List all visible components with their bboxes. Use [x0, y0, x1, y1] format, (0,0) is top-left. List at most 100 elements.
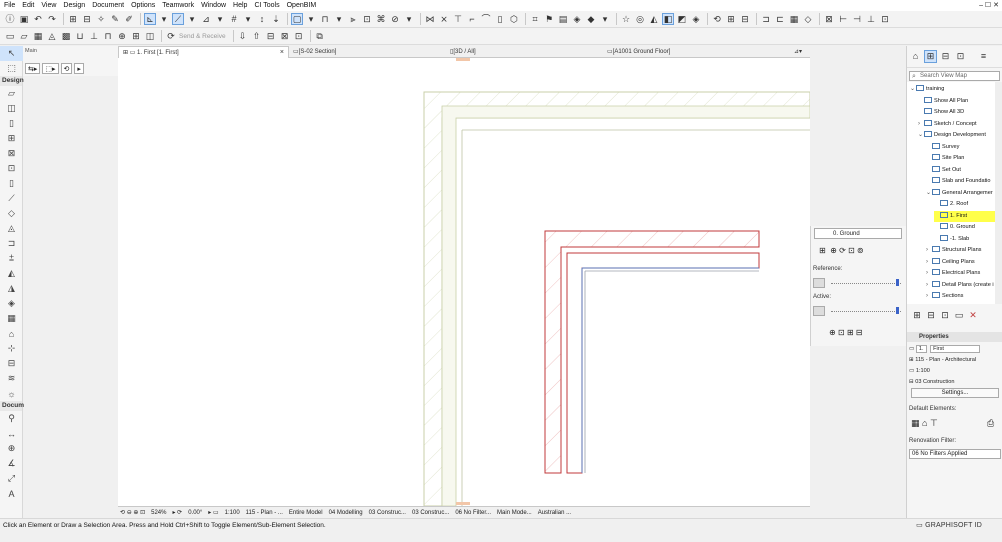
- tree-item[interactable]: › Detail Plans (create i: [926, 280, 994, 291]
- dropdown-arrow-icon[interactable]: ▾: [599, 13, 611, 25]
- object-icon[interactable]: ⊡: [0, 161, 23, 176]
- outer-wall-green[interactable]: [423, 91, 810, 506]
- clone-view-icon[interactable]: ⊟: [925, 309, 937, 321]
- object-tool-icon[interactable]: ⊓: [102, 30, 114, 42]
- mesh-tool-icon[interactable]: ▦: [32, 30, 44, 42]
- active-slider-knob[interactable]: [895, 307, 899, 314]
- inject-icon[interactable]: ✐: [123, 13, 135, 25]
- trim-icon[interactable]: ⋈: [424, 13, 436, 25]
- element-info-icon[interactable]: ⊟: [81, 13, 93, 25]
- menu-file[interactable]: File: [4, 0, 15, 11]
- layout-icon[interactable]: ⊢: [837, 13, 849, 25]
- book-icon[interactable]: ⊡: [879, 13, 891, 25]
- view-map-icon[interactable]: ⊞: [924, 50, 937, 63]
- navigator-menu-icon[interactable]: ≡: [977, 50, 990, 63]
- distribute-icon[interactable]: ⊡: [361, 13, 373, 25]
- angle-dimension-icon[interactable]: ∡: [0, 456, 23, 471]
- view-id-input[interactable]: 1.: [915, 345, 927, 353]
- slab-icon[interactable]: ◇: [0, 206, 23, 221]
- save-icon[interactable]: ▣: [18, 13, 30, 25]
- dropdown-arrow-icon[interactable]: ▾: [186, 13, 198, 25]
- teamwork-icon[interactable]: ⟳: [165, 30, 177, 42]
- radial-dimension-icon[interactable]: ⤢: [0, 471, 23, 486]
- terrain-icon[interactable]: ≋: [0, 371, 23, 386]
- default-elements-icons[interactable]: ▦ ⌂ ⊤: [911, 418, 938, 429]
- model-view-value[interactable]: Entire Model: [289, 510, 323, 516]
- lamp-icon[interactable]: ⌂: [0, 326, 23, 341]
- flag-icon[interactable]: ⚑: [543, 13, 555, 25]
- toolbox-document-header[interactable]: Docum: [0, 401, 24, 411]
- tab-1-first[interactable]: ⊞ ▭ 1. First [1. First] ×: [118, 46, 289, 58]
- column-icon[interactable]: ▯: [0, 176, 23, 191]
- rotate-view-icon[interactable]: ▸ ⟳: [172, 509, 182, 516]
- slab-tool-icon[interactable]: ▱: [18, 30, 30, 42]
- scale-icon[interactable]: ▸ ▭: [208, 509, 218, 516]
- top-splitter-marker[interactable]: [456, 58, 470, 61]
- floor-plan-icon[interactable]: ◧: [662, 13, 674, 25]
- reference-slider-knob[interactable]: [895, 279, 899, 286]
- menu-options[interactable]: Options: [131, 0, 155, 11]
- offset-icon[interactable]: ▯: [494, 13, 506, 25]
- tree-item[interactable]: Show All Plan: [918, 96, 968, 107]
- scale-value[interactable]: 1:100: [225, 510, 240, 516]
- dropdown-arrow-icon[interactable]: ▾: [214, 13, 226, 25]
- reference-icon[interactable]: ⊟: [739, 13, 751, 25]
- dropdown-arrow-icon[interactable]: ▾: [305, 13, 317, 25]
- folder-icon[interactable]: ⊡: [939, 309, 951, 321]
- 3d-view-icon[interactable]: ◎: [634, 13, 646, 25]
- curtain-wall-icon[interactable]: ⊞: [0, 131, 23, 146]
- shell-icon[interactable]: ◭: [0, 266, 23, 281]
- gravity-icon[interactable]: ⇣: [270, 13, 282, 25]
- project-map-icon[interactable]: ⌂: [909, 50, 922, 63]
- section-icon[interactable]: ◩: [676, 13, 688, 25]
- marquee-tool-icon[interactable]: ⬚: [0, 61, 23, 76]
- door-icon[interactable]: ◫: [0, 101, 23, 116]
- publish-icon[interactable]: ⊠: [823, 13, 835, 25]
- library-icon[interactable]: ⊠: [279, 30, 291, 42]
- messages-icon[interactable]: ⊟: [265, 30, 277, 42]
- expand-button[interactable]: ▸: [74, 63, 84, 74]
- tree-item[interactable]: › Structural Plans: [926, 245, 981, 256]
- tree-item[interactable]: Set Out: [926, 165, 961, 176]
- tree-item[interactable]: › Sketch / Concept: [918, 119, 977, 130]
- wall-icon[interactable]: ▱: [0, 86, 23, 101]
- outer-wall-green-inner[interactable]: [441, 105, 810, 506]
- tree-item[interactable]: Slab and Foundatio: [926, 176, 991, 187]
- selection-method-button[interactable]: ⇆▸: [25, 63, 41, 74]
- reference-slider[interactable]: [831, 283, 901, 284]
- tab-3d[interactable]: ▯[3D / All]: [446, 46, 603, 58]
- active-slider[interactable]: [831, 311, 901, 312]
- layout-book-icon[interactable]: ⊟: [939, 50, 952, 63]
- menu-ci-tools[interactable]: CI Tools: [254, 0, 279, 11]
- morph-icon[interactable]: ◮: [0, 281, 23, 296]
- dropdown-arrow-icon[interactable]: ▾: [333, 13, 345, 25]
- beam-tool-icon[interactable]: ⊥: [88, 30, 100, 42]
- tree-scrollbar[interactable]: [995, 82, 1002, 304]
- zone-tool-icon[interactable]: ▩: [60, 30, 72, 42]
- curtain-wall-icon[interactable]: ▦: [788, 13, 800, 25]
- layer-combo-value[interactable]: 115 - Plan - ...: [246, 510, 283, 516]
- selection-marquee-icon[interactable]: ▢: [291, 13, 303, 25]
- tree-item[interactable]: ⌄ training: [910, 84, 944, 95]
- fill-icon[interactable]: ▤: [557, 13, 569, 25]
- stair-icon[interactable]: ⊐: [0, 236, 23, 251]
- elevation-icon[interactable]: ◈: [690, 13, 702, 25]
- column-tool-icon[interactable]: ⊔: [74, 30, 86, 42]
- redo-icon[interactable]: ↷: [46, 13, 58, 25]
- tree-item[interactable]: Site Plan: [926, 153, 964, 164]
- dimension-icon[interactable]: ↔: [0, 426, 23, 441]
- tree-item[interactable]: › Sections: [926, 291, 963, 302]
- trace-icon[interactable]: ⟲: [711, 13, 723, 25]
- menu-design[interactable]: Design: [63, 0, 85, 11]
- dimension-value[interactable]: Main Mode...: [497, 510, 532, 516]
- railing-icon[interactable]: ⩲: [0, 251, 23, 266]
- send-receive-button[interactable]: Send & Receive: [179, 33, 226, 40]
- prop-structure-row[interactable]: ⊟ 03 Construction: [909, 377, 954, 387]
- roof-icon[interactable]: ◬: [0, 221, 23, 236]
- menu-teamwork[interactable]: Teamwork: [162, 0, 194, 11]
- mirror-icon[interactable]: ⌘: [375, 13, 387, 25]
- favorites-icon[interactable]: ☆: [620, 13, 632, 25]
- settings-icon[interactable]: ▭: [953, 309, 965, 321]
- bottom-splitter-marker[interactable]: [456, 502, 470, 505]
- issues-icon[interactable]: ⊡: [293, 30, 305, 42]
